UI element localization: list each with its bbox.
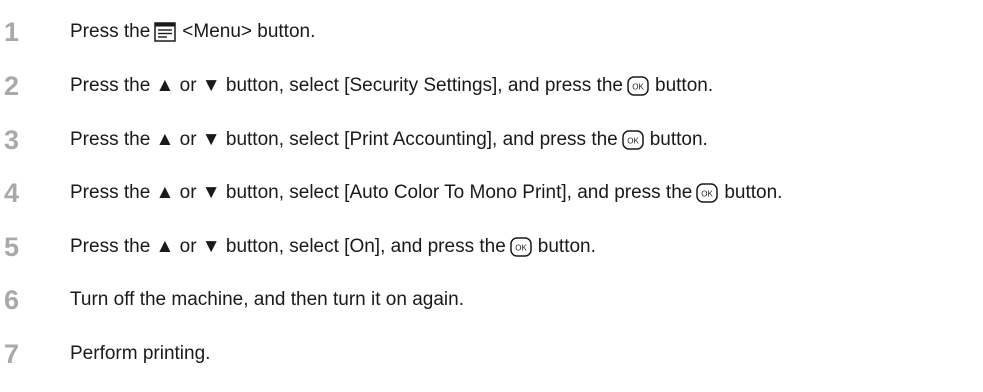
step-text-before: Press the ▲ or ▼ button, select [Securit…	[70, 75, 623, 96]
step-text-before: Press the ▲ or ▼ button, select [On], an…	[70, 236, 506, 257]
step-text-after: button.	[649, 129, 708, 150]
ok-icon: OK	[696, 183, 719, 203]
step-text-after: button.	[724, 182, 783, 203]
step-number: 4	[4, 178, 20, 208]
svg-text:OK: OK	[627, 137, 639, 146]
step-text: Turn off the machine, and then turn it o…	[70, 280, 464, 320]
step-number: 7	[4, 339, 20, 369]
step-text: Press the ▲ or ▼ button, select [Print A…	[70, 120, 708, 160]
step-text-full: Perform printing.	[70, 343, 211, 364]
step-text: Press the ▲ or ▼ button, select [Securit…	[70, 66, 713, 106]
step-text-full: Turn off the machine, and then turn it o…	[70, 289, 464, 310]
step-number: 6	[4, 285, 20, 315]
step-text-after: button.	[537, 236, 596, 257]
step-number: 2	[4, 71, 20, 101]
step-text: Press the ▲ or ▼ button, select [Auto Co…	[70, 173, 782, 213]
step-number: 3	[4, 125, 20, 155]
svg-text:OK: OK	[515, 244, 527, 253]
step-text-after: <Menu> button.	[182, 21, 316, 42]
ok-icon: OK	[627, 76, 649, 96]
step-text-before: Press the ▲ or ▼ button, select [Auto Co…	[70, 182, 693, 203]
step-text: Press the <Menu> button.	[70, 12, 315, 52]
step-number: 5	[4, 232, 20, 262]
ok-icon: OK	[621, 130, 644, 150]
step-text: Press the ▲ or ▼ button, select [On], an…	[70, 227, 596, 267]
step-text-before: Press the	[70, 21, 151, 42]
menu-icon	[154, 22, 177, 42]
svg-text:OK: OK	[702, 190, 714, 199]
step-text-after: button.	[655, 75, 714, 96]
ok-icon: OK	[510, 237, 532, 257]
step-text: Perform printing.	[70, 334, 210, 374]
svg-text:OK: OK	[632, 83, 644, 92]
step-text-before: Press the ▲ or ▼ button, select [Print A…	[70, 129, 618, 150]
step-number: 1	[4, 17, 20, 47]
